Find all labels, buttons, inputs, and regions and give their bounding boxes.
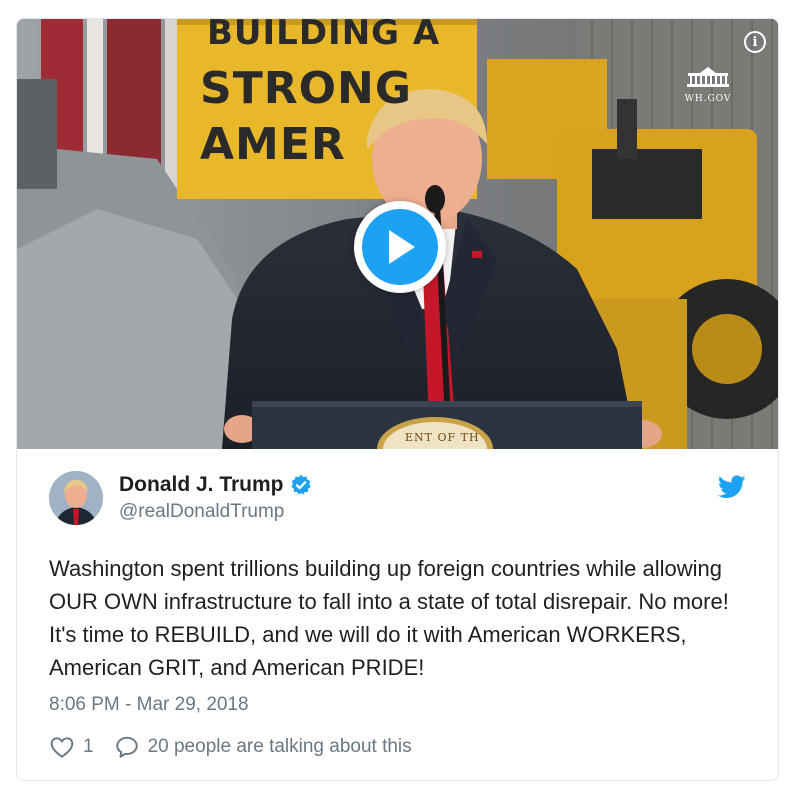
author-names: Donald J. Trump @realDonaldTrump	[119, 473, 312, 523]
heart-icon	[50, 737, 74, 758]
tweet-author[interactable]: Donald J. Trump @realDonaldTrump	[49, 471, 312, 525]
twitter-bird-icon[interactable]	[718, 475, 746, 499]
play-button[interactable]	[354, 201, 446, 293]
white-house-watermark: WH.GOV	[678, 67, 738, 104]
play-icon	[389, 230, 415, 264]
tweet-actions: 1 20 people are talking about this	[49, 734, 412, 760]
sign-line-3: AMER	[200, 119, 346, 170]
like-button[interactable]: 1	[49, 734, 94, 760]
video-thumbnail[interactable]: BUILDING A STRONG AMER ENT OF TH WH.GOV …	[17, 19, 778, 449]
tweet-text: Washington spent trillions building up f…	[49, 556, 729, 680]
sign-line-1: BUILDING A	[207, 19, 441, 53]
avatar-image	[49, 471, 103, 525]
info-icon[interactable]: i	[744, 31, 766, 53]
name-row: Donald J. Trump	[119, 473, 312, 497]
reply-bubble-icon	[115, 736, 138, 758]
sign-line-2: STRONG	[200, 63, 412, 114]
play-button-circle	[362, 209, 438, 285]
display-name[interactable]: Donald J. Trump	[119, 473, 284, 497]
seal-text: ENT OF TH	[405, 431, 480, 444]
handle[interactable]: @realDonaldTrump	[119, 501, 312, 523]
like-count: 1	[83, 736, 94, 757]
verified-badge-icon	[290, 474, 311, 495]
watermark-label: WH.GOV	[684, 94, 732, 104]
tweet-timestamp[interactable]: 8:06 PM - Mar 29, 2018	[49, 694, 249, 716]
conversation-text: 20 people are talking about this	[147, 736, 412, 757]
conversation-link[interactable]: 20 people are talking about this	[114, 734, 412, 760]
white-house-icon	[687, 67, 729, 87]
tweet-card: BUILDING A STRONG AMER ENT OF TH WH.GOV …	[16, 18, 779, 781]
avatar[interactable]	[49, 471, 103, 525]
